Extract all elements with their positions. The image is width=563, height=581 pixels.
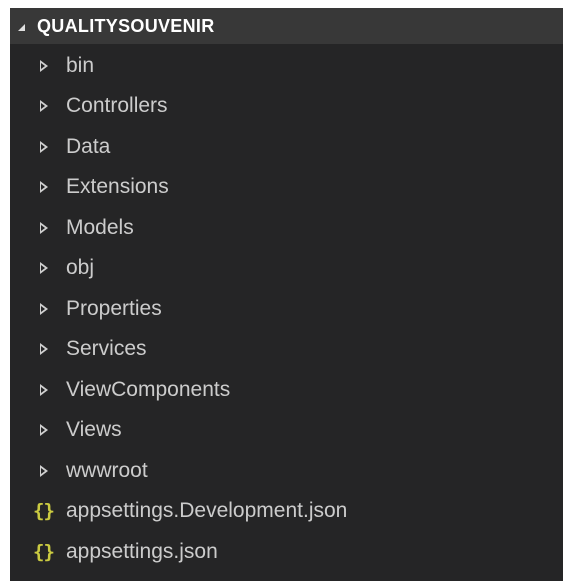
folder-label: Services: [66, 337, 147, 360]
folder-models[interactable]: Models: [10, 208, 563, 248]
expand-arrow-icon[interactable]: [40, 222, 48, 234]
folder-bin[interactable]: bin: [10, 46, 563, 86]
folder-label: Data: [66, 135, 111, 158]
expand-arrow-icon[interactable]: [40, 343, 48, 355]
file-appsettings-json[interactable]: {} appsettings.json: [10, 532, 563, 572]
folder-label: Models: [66, 216, 134, 239]
folder-label: bin: [66, 54, 95, 77]
expand-arrow-icon[interactable]: [40, 303, 48, 315]
folder-properties[interactable]: Properties: [10, 289, 563, 329]
folder-label: Views: [66, 418, 122, 441]
file-appsettings-development-json[interactable]: {} appsettings.Development.json: [10, 491, 563, 531]
folder-label: ViewComponents: [66, 378, 231, 401]
expand-arrow-icon[interactable]: [40, 181, 48, 193]
folder-wwwroot[interactable]: wwwroot: [10, 451, 563, 491]
expand-arrow-icon[interactable]: [40, 60, 48, 72]
folder-extensions[interactable]: Extensions: [10, 167, 563, 207]
folder-views[interactable]: Views: [10, 410, 563, 450]
expand-arrow-icon[interactable]: [40, 424, 48, 436]
folder-label: Extensions: [66, 175, 169, 198]
expand-arrow-icon[interactable]: [40, 100, 48, 112]
file-label: appsettings.Development.json: [66, 499, 348, 522]
collapse-arrow-icon[interactable]: [18, 23, 25, 31]
json-file-icon: {}: [33, 500, 55, 522]
folder-label: Controllers: [66, 94, 168, 117]
file-explorer: QUALITYSOUVENIR bin Controllers Data Ext…: [10, 8, 563, 581]
expand-arrow-icon[interactable]: [40, 262, 48, 274]
folder-label: wwwroot: [66, 459, 148, 482]
folder-obj[interactable]: obj: [10, 248, 563, 288]
folder-services[interactable]: Services: [10, 329, 563, 369]
json-file-icon: {}: [33, 541, 55, 563]
folder-label: obj: [66, 256, 95, 279]
folder-controllers[interactable]: Controllers: [10, 86, 563, 126]
folder-viewcomponents[interactable]: ViewComponents: [10, 370, 563, 410]
folder-data[interactable]: Data: [10, 127, 563, 167]
expand-arrow-icon[interactable]: [40, 384, 48, 396]
project-title: QUALITYSOUVENIR: [37, 15, 215, 36]
folder-label: Properties: [66, 297, 162, 320]
expand-arrow-icon[interactable]: [40, 141, 48, 153]
explorer-section-header[interactable]: QUALITYSOUVENIR: [10, 8, 563, 44]
file-label: appsettings.json: [66, 540, 218, 563]
expand-arrow-icon[interactable]: [40, 465, 48, 477]
